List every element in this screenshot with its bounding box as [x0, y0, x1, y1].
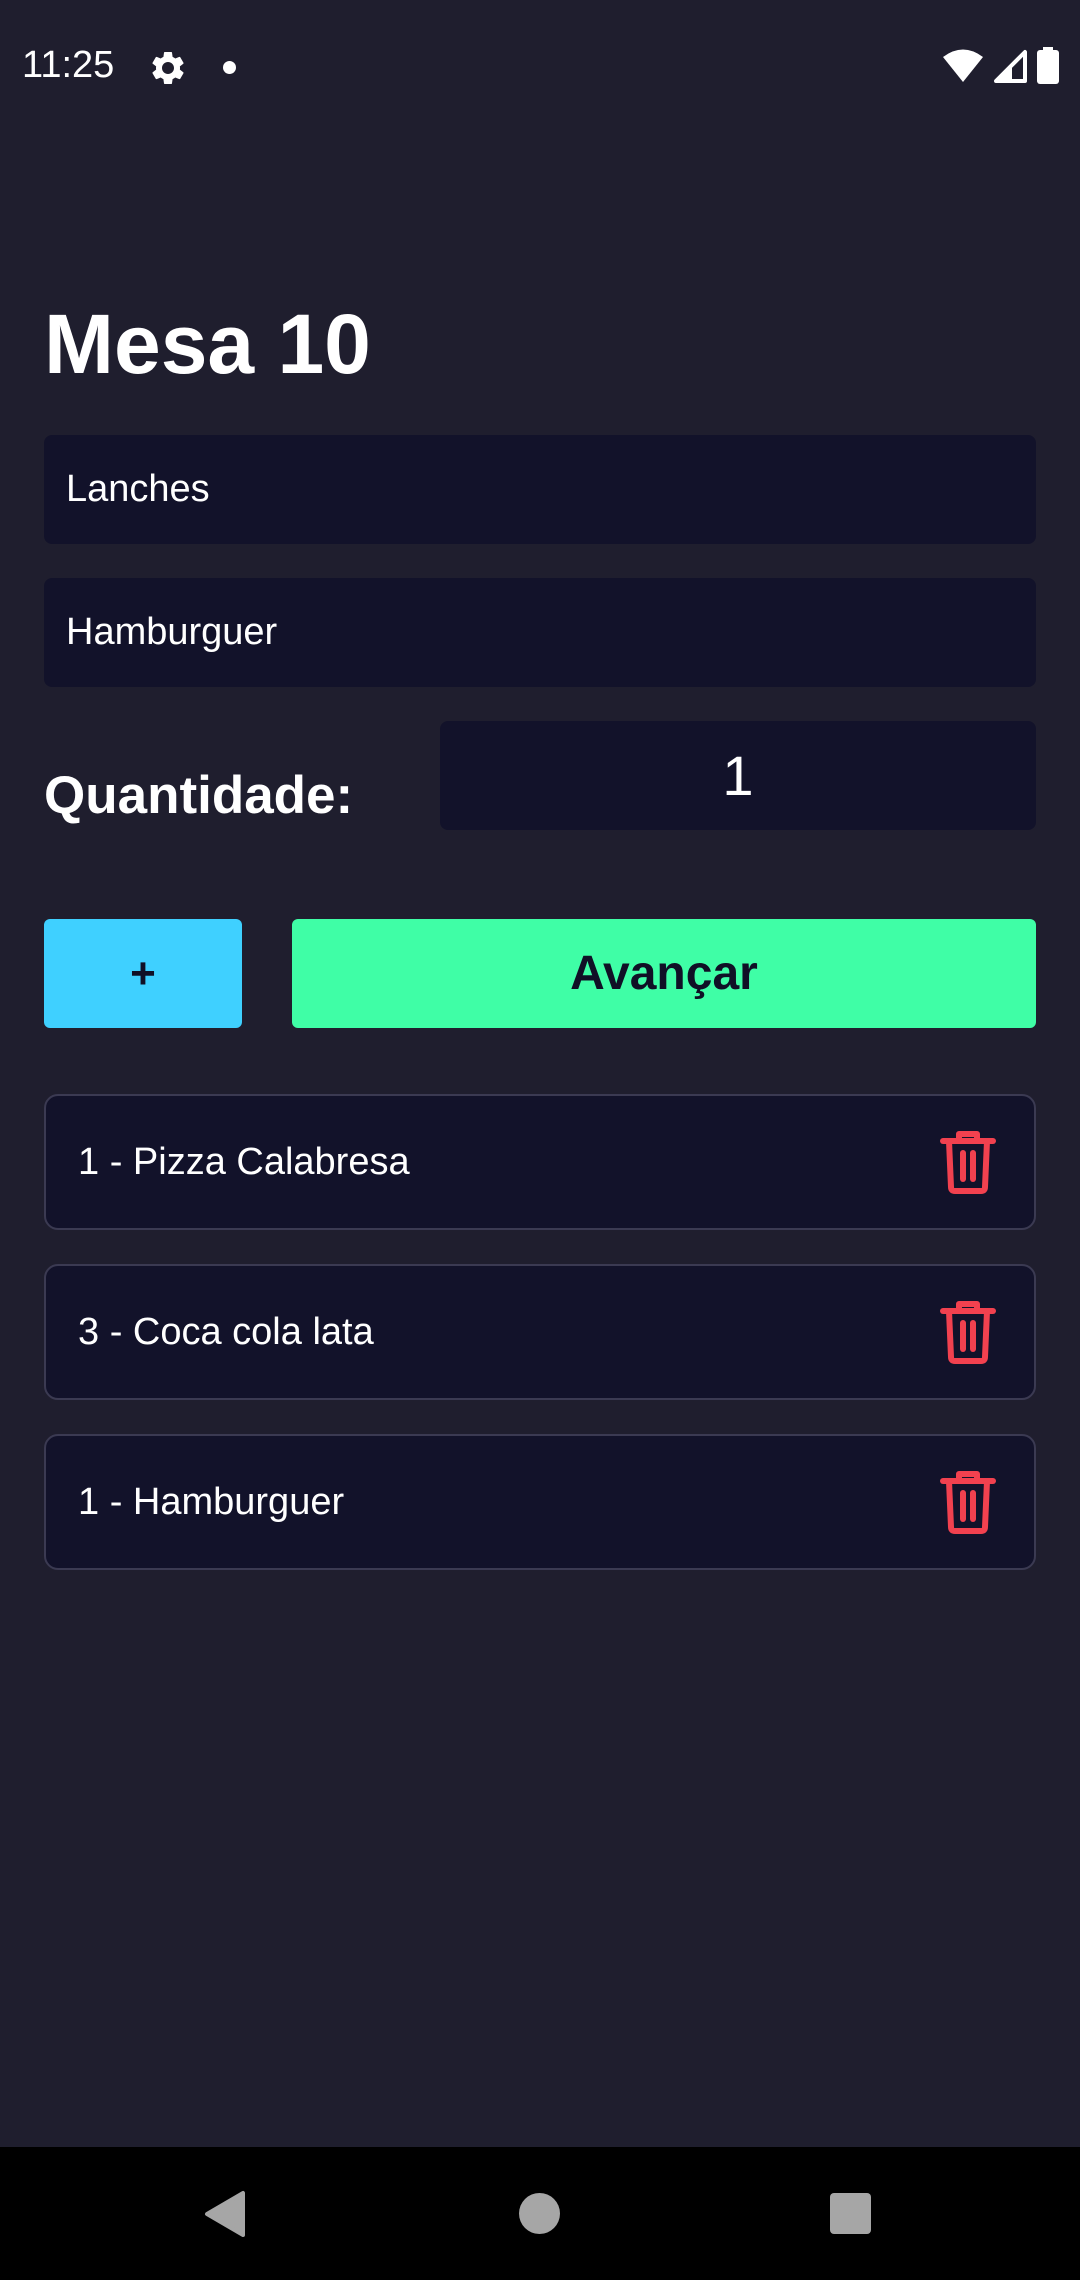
status-bar: 11:25	[0, 0, 1080, 135]
quantity-label: Quantidade:	[44, 766, 354, 825]
quantity-input[interactable]: 1	[440, 721, 1036, 830]
page-title: Mesa 10	[44, 297, 371, 391]
order-item-label: 1 - Hamburguer	[78, 1480, 345, 1523]
navigation-bar	[0, 2147, 1080, 2280]
status-time: 11:25	[22, 44, 115, 86]
status-icons	[942, 46, 1060, 90]
add-item-button[interactable]: +	[44, 919, 242, 1028]
next-button[interactable]: Avançar	[292, 919, 1036, 1028]
order-list-item: 1 - Hamburguer	[44, 1434, 1036, 1570]
recents-icon[interactable]	[830, 2193, 871, 2234]
cell-signal-icon	[992, 48, 1028, 89]
trash-icon[interactable]	[938, 1129, 998, 1195]
notification-dot-icon	[223, 61, 236, 74]
order-item-label: 3 - Coca cola lata	[78, 1310, 374, 1353]
back-icon[interactable]	[203, 2189, 247, 2239]
trash-icon[interactable]	[938, 1299, 998, 1365]
order-list-item: 1 - Pizza Calabresa	[44, 1094, 1036, 1230]
order-list-item: 3 - Coca cola lata	[44, 1264, 1036, 1400]
trash-icon[interactable]	[938, 1469, 998, 1535]
order-item-label: 1 - Pizza Calabresa	[78, 1140, 410, 1183]
product-select[interactable]: Hamburguer	[44, 578, 1036, 687]
home-icon[interactable]	[519, 2193, 560, 2234]
gear-icon	[148, 48, 188, 88]
battery-icon	[1036, 46, 1060, 90]
category-select[interactable]: Lanches	[44, 435, 1036, 544]
wifi-icon	[942, 48, 984, 89]
